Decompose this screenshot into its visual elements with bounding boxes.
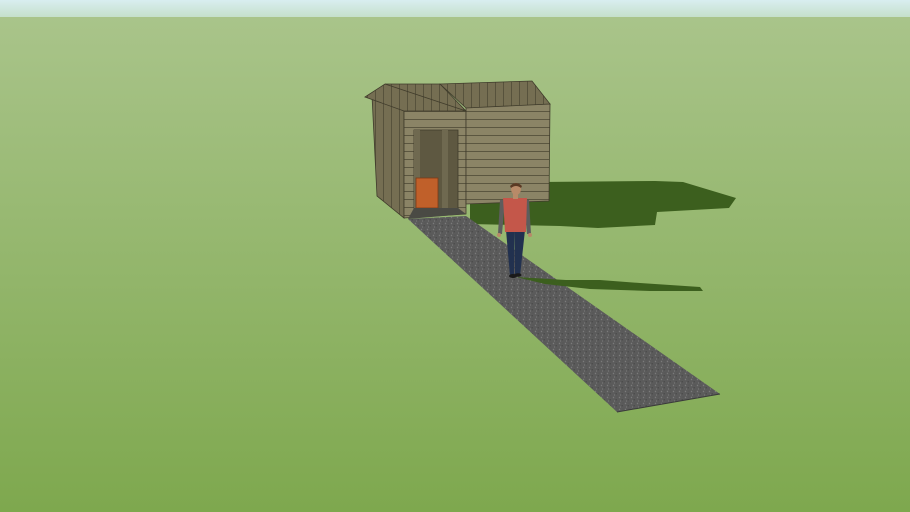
shed-right-wall: [465, 103, 551, 205]
sky: [0, 0, 910, 18]
sketchup-viewport[interactable]: [0, 0, 910, 512]
shed-door-frame-right: [442, 130, 448, 213]
orange-door-panel: [415, 177, 439, 209]
3d-scene: [0, 0, 910, 512]
